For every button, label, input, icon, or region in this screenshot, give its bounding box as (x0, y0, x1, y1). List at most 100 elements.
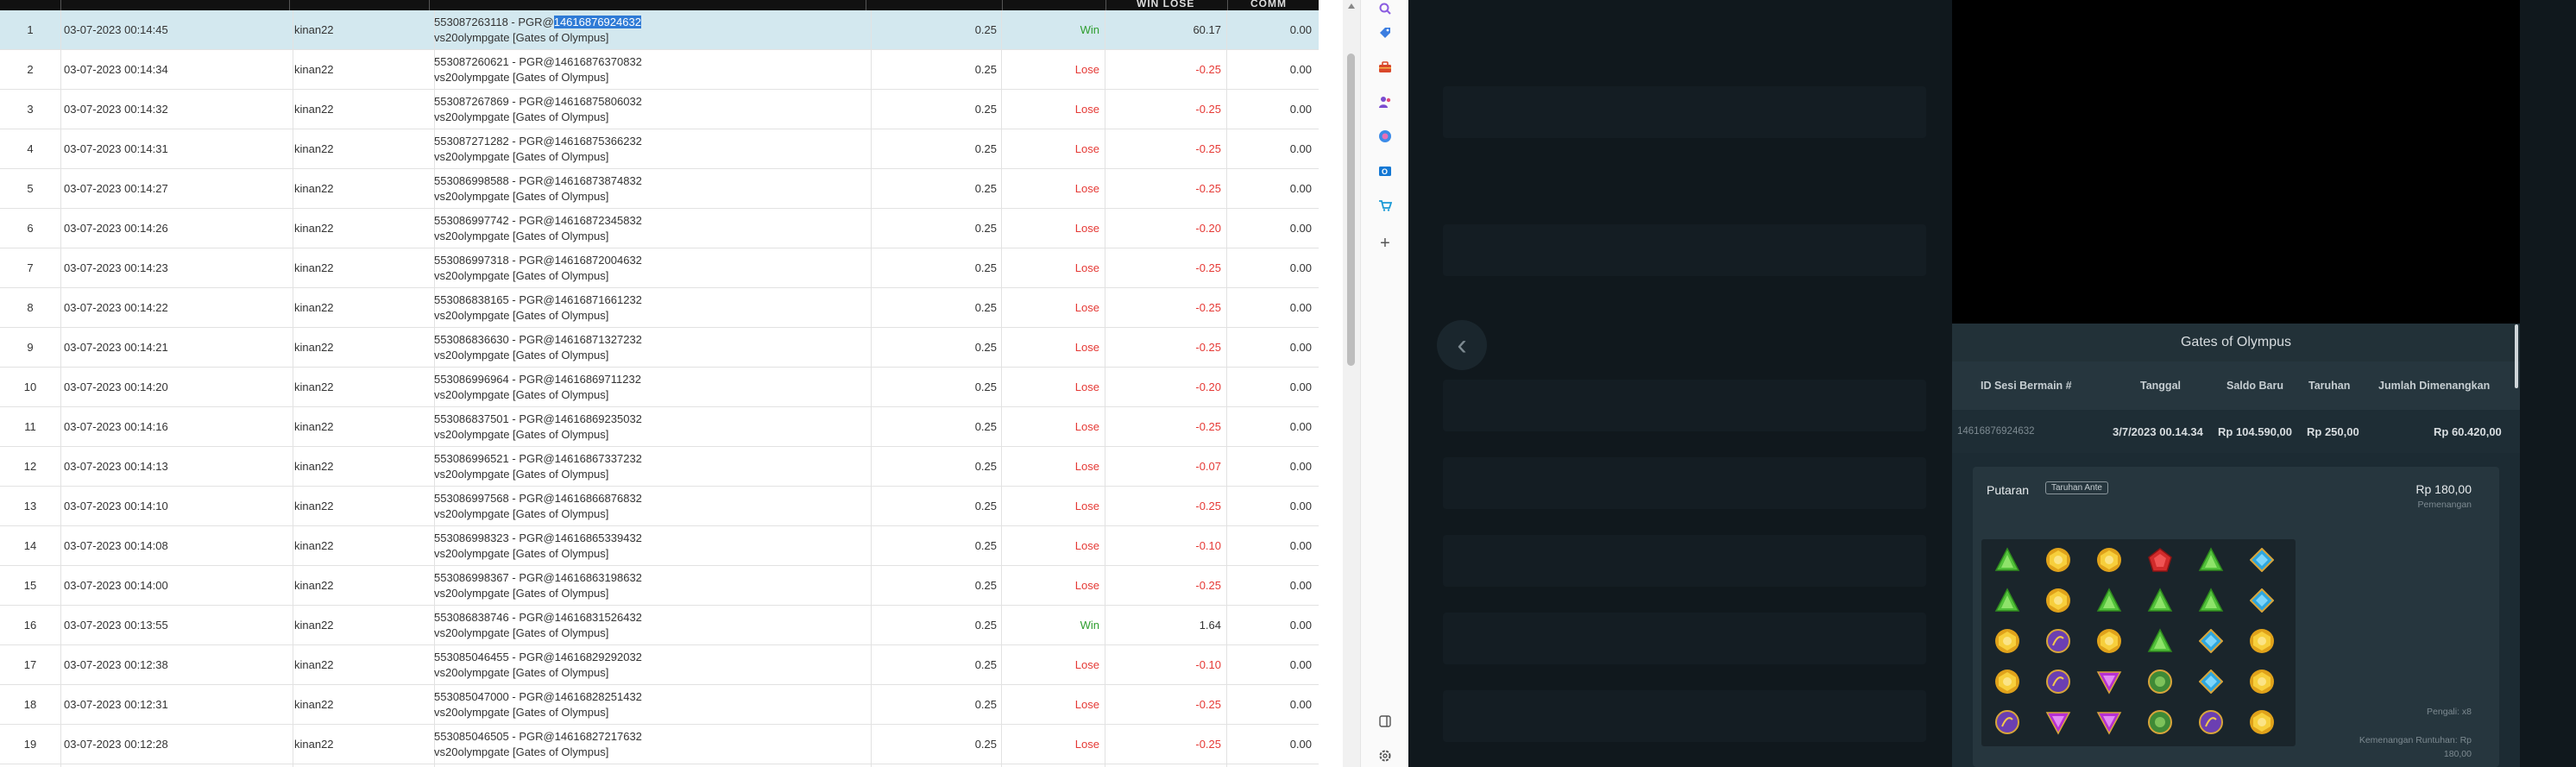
table-row[interactable]: 1 03-07-2023 00:14:45 kinan22 553087263118 … (0, 10, 1319, 50)
column-divider (1002, 0, 1003, 10)
history-row[interactable]: 14616876924632 3/7/2023 00.14.34 Rp 104.… (1952, 410, 2520, 453)
row-bet: 0.25 (866, 526, 1002, 565)
row-username: kinan22 (289, 566, 435, 605)
row-transaction[interactable]: 553086998367 - PGR@14616863198632 vs20oly… (429, 566, 872, 605)
table-row[interactable]: 18 03-07-2023 00:12:31 kinan22 553085047000… (0, 685, 1319, 725)
table-row[interactable]: 8 03-07-2023 00:14:22 kinan22 553086838165 … (0, 288, 1319, 328)
row-datetime: 03-07-2023 00:12:38 (60, 645, 293, 684)
row-winlose: -0.25 (1105, 566, 1227, 605)
table-row[interactable]: 3 03-07-2023 00:14:32 kinan22 553087267869 … (0, 90, 1319, 129)
header-comm[interactable]: COMM (1250, 0, 1287, 9)
game-name: vs20olympgate [Gates of Olympus] (434, 30, 609, 44)
split-view-icon[interactable] (1376, 713, 1394, 730)
row-transaction[interactable]: 553085046455 - PGR@14616829292032 vs20oly… (429, 645, 872, 684)
table-row[interactable]: 19 03-07-2023 00:12:28 kinan22 553085046505… (0, 725, 1319, 764)
row-datetime: 03-07-2023 00:14:32 (60, 90, 293, 129)
table-scrollbar[interactable] (1343, 0, 1360, 767)
row-datetime: 03-07-2023 00:14:13 (60, 447, 293, 486)
settings-icon[interactable] (1376, 747, 1394, 764)
scroll-thumb[interactable] (1347, 53, 1355, 366)
row-number: 6 (0, 209, 61, 248)
table-row[interactable]: 5 03-07-2023 00:14:27 kinan22 553086998588 … (0, 169, 1319, 209)
row-datetime: 03-07-2023 00:14:21 (60, 328, 293, 367)
row-status: Lose (1002, 447, 1105, 486)
row-transaction[interactable]: 553086838165 - PGR@14616871661232 vs20oly… (429, 288, 872, 327)
row-transaction[interactable]: 553086997318 - PGR@14616872004632 vs20oly… (429, 248, 872, 287)
users-icon[interactable] (1376, 93, 1394, 110)
table-row[interactable]: 2 03-07-2023 00:14:34 kinan22 553087260621 … (0, 50, 1319, 90)
green-gem-icon (1988, 543, 2026, 577)
scroll-up-arrow[interactable] (1348, 3, 1355, 9)
table-row[interactable]: 15 03-07-2023 00:14:00 kinan22 553086998367… (0, 566, 1319, 606)
transaction-id: 553087267869 - PGR@14616875806032 (434, 94, 642, 108)
purple-gem-icon (1988, 705, 2026, 739)
outlook-icon[interactable]: O (1376, 162, 1394, 179)
row-number: 1 (0, 10, 61, 49)
row-transaction[interactable]: 553086996964 - PGR@14616869711232 vs20oly… (429, 368, 872, 406)
row-winlose: -0.25 (1105, 248, 1227, 287)
row-transaction[interactable]: 553086837501 - PGR@14616869235032 vs20oly… (429, 407, 872, 446)
red-gem-icon (2141, 543, 2179, 577)
header-winlose[interactable]: WIN LOSE (1137, 0, 1194, 9)
transaction-id-line: 553085046505 - PGR@14616827217632 (434, 729, 642, 745)
row-winlose: -0.25 (1105, 487, 1227, 525)
table-row[interactable]: 6 03-07-2023 00:14:26 kinan22 553086997742 … (0, 209, 1319, 248)
row-winlose: -0.25 (1105, 90, 1227, 129)
row-transaction[interactable]: 553086838746 - PGR@14616831526432 vs20oly… (429, 606, 872, 644)
table-row[interactable]: 11 03-07-2023 00:14:16 kinan22 553086837501… (0, 407, 1319, 447)
reel-grid (1981, 539, 2296, 746)
transaction-id: 553086998367 - PGR@14616863198632 (434, 570, 642, 584)
table-row[interactable]: 16 03-07-2023 00:13:55 kinan22 553086838746… (0, 606, 1319, 645)
tag-icon[interactable] (1376, 24, 1394, 41)
copilot-icon[interactable] (1376, 128, 1394, 145)
pink-gem-icon (2090, 664, 2128, 699)
table-row[interactable]: 12 03-07-2023 00:14:13 kinan22 553086996521… (0, 447, 1319, 487)
back-arrow-icon[interactable]: ‹ (1437, 320, 1487, 370)
plus-icon[interactable]: + (1376, 234, 1394, 253)
background-card (1443, 380, 1926, 431)
round-label: Putaran (1987, 483, 2030, 497)
table-row[interactable]: 4 03-07-2023 00:14:31 kinan22 553087271282 … (0, 129, 1319, 169)
modal-scrollbar[interactable] (2515, 324, 2518, 388)
purple-gem-icon (2039, 664, 2077, 699)
row-transaction[interactable]: 553087267869 - PGR@14616875806032 vs20oly… (429, 90, 872, 129)
table-row[interactable]: 14 03-07-2023 00:14:08 kinan22 553086998323… (0, 526, 1319, 566)
row-transaction[interactable]: 553087271282 - PGR@14616875366232 vs20oly… (429, 129, 872, 168)
row-datetime: 03-07-2023 00:14:34 (60, 50, 293, 89)
blue-gem-icon (2192, 664, 2230, 699)
row-winlose: -0.10 (1105, 526, 1227, 565)
search-icon[interactable] (1376, 0, 1394, 17)
col-bet: Taruhan (2308, 380, 2351, 392)
row-datetime: 03-07-2023 00:14:16 (60, 407, 293, 446)
row-comm: 0.00 (1289, 103, 1312, 116)
multiplier-label: Pengali: x8 (2427, 707, 2472, 717)
game-history-modal: Gates of Olympus ID Sesi Bermain # Tangg… (1952, 0, 2520, 767)
toolbox-icon[interactable] (1376, 59, 1394, 76)
row-username: kinan22 (289, 725, 435, 764)
table-row[interactable]: 10 03-07-2023 00:14:20 kinan22 553086996964… (0, 368, 1319, 407)
game-name: vs20olympgate [Gates of Olympus] (434, 626, 609, 639)
transaction-id: 553086996521 - PGR@14616867337232 (434, 451, 642, 465)
shopping-icon[interactable] (1376, 197, 1394, 214)
row-bet: 0.25 (866, 10, 1002, 49)
row-transaction[interactable]: 553087260621 - PGR@14616876370832 vs20oly… (429, 50, 872, 89)
row-transaction[interactable]: 553086836630 - PGR@14616871327232 vs20oly… (429, 328, 872, 367)
row-bet: 0.25 (866, 328, 1002, 367)
row-transaction[interactable]: 553085047000 - PGR@14616828251432 vs20oly… (429, 685, 872, 724)
table-row[interactable]: 9 03-07-2023 00:14:21 kinan22 553086836630 … (0, 328, 1319, 368)
row-transaction[interactable]: 553085046505 - PGR@14616827217632 vs20oly… (429, 725, 872, 764)
row-username: kinan22 (289, 90, 435, 129)
table-row[interactable]: 7 03-07-2023 00:14:23 kinan22 553086997318 … (0, 248, 1319, 288)
row-transaction[interactable]: 553086998323 - PGR@14616865339432 vs20oly… (429, 526, 872, 565)
row-bet: 0.25 (866, 129, 1002, 168)
row-transaction[interactable]: 553087263118 - PGR@14616876924632 vs20oly… (429, 10, 872, 49)
row-transaction[interactable]: 553086998588 - PGR@14616873874832 vs20oly… (429, 169, 872, 208)
row-transaction[interactable]: 553086996521 - PGR@14616867337232 vs20oly… (429, 447, 872, 486)
row-bet: 0.25 (866, 209, 1002, 248)
transaction-id-selected[interactable]: 14616876924632 (553, 15, 641, 28)
row-transaction[interactable]: 553086997568 - PGR@14616866876832 vs20oly… (429, 487, 872, 525)
row-transaction[interactable]: 553086997742 - PGR@14616872345832 vs20oly… (429, 209, 872, 248)
table-row[interactable]: 13 03-07-2023 00:14:10 kinan22 553086997568… (0, 487, 1319, 526)
table-row[interactable]: 17 03-07-2023 00:12:38 kinan22 553085046455… (0, 645, 1319, 685)
row-bet: 0.25 (866, 288, 1002, 327)
